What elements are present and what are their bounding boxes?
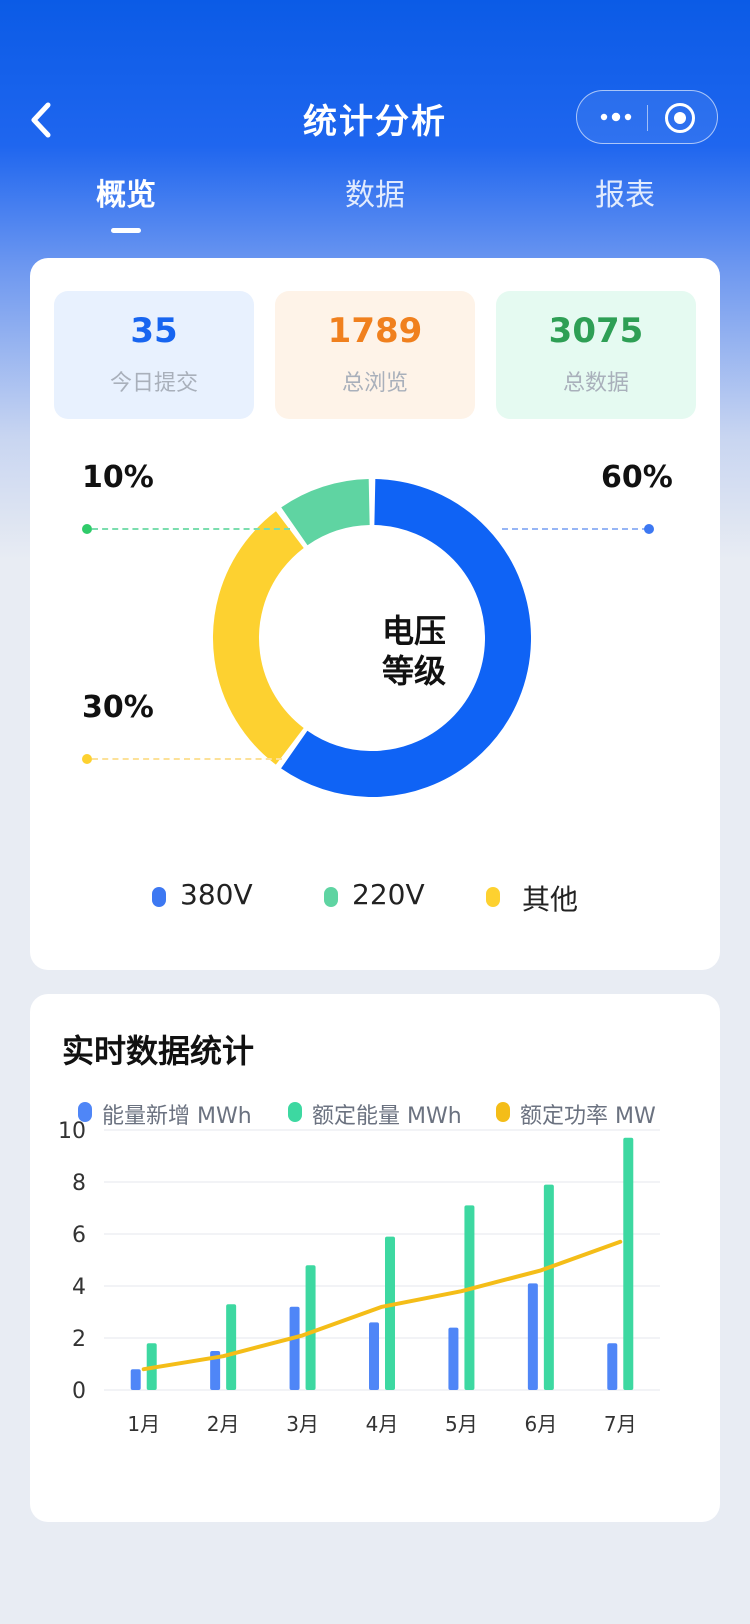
x-tick-label: 4月 <box>366 1412 399 1436</box>
bar-能量新增 MWh-3月[interactable] <box>289 1306 300 1390</box>
legend-label: 220V <box>352 878 425 911</box>
overview-card: 35 今日提交 1789 总浏览 3075 总数据 电压 等级 10% 60% … <box>30 258 720 970</box>
y-tick-label: 8 <box>72 1171 86 1196</box>
bar-额定能量 MWh-3月[interactable] <box>305 1265 316 1390</box>
legend-swatch <box>486 887 500 907</box>
leader-line-220v <box>92 528 290 530</box>
y-tick-label: 10 <box>58 1119 86 1144</box>
bar-能量新增 MWh-5月[interactable] <box>448 1327 459 1390</box>
leader-dot-other <box>82 754 92 764</box>
bar-能量新增 MWh-1月[interactable] <box>130 1369 141 1390</box>
capsule-divider <box>647 105 648 131</box>
legend-swatch <box>324 887 338 907</box>
x-tick-label: 2月 <box>207 1412 240 1436</box>
leader-dot-220v <box>82 524 92 534</box>
tab-overview[interactable]: 概览 <box>56 170 196 214</box>
bar-能量新增 MWh-6月[interactable] <box>527 1283 538 1390</box>
pct-label-380v: 60% <box>601 460 673 495</box>
pct-label-220v: 10% <box>82 460 154 495</box>
bar-能量新增 MWh-7月[interactable] <box>607 1343 618 1390</box>
donut-center-line2: 等级 <box>381 652 446 690</box>
mini-program-capsule <box>576 90 718 144</box>
bar-额定能量 MWh-5月[interactable] <box>464 1205 475 1390</box>
pct-label-other: 30% <box>82 690 154 725</box>
bar-额定能量 MWh-6月[interactable] <box>543 1184 554 1390</box>
legend-label: 其他 <box>522 883 579 916</box>
y-tick-label: 6 <box>72 1223 86 1248</box>
bar-额定能量 MWh-2月[interactable] <box>226 1304 237 1390</box>
leader-dot-380v <box>644 524 654 534</box>
bar-额定能量 MWh-7月[interactable] <box>623 1137 634 1390</box>
legend-swatch <box>152 887 166 907</box>
bar-额定能量 MWh-4月[interactable] <box>385 1236 395 1390</box>
realtime-stats-card: 实时数据统计 能量新增 MWh 额定能量 MWh 额定功率 MW 0 2 4 6 8 10… <box>30 994 720 1522</box>
realtime-bar-line-chart: 0 2 4 6 8 10 1月 2月 3月 4月 5月 6月 7月 <box>58 1119 660 1436</box>
donut-center-line1: 电压 <box>381 612 446 650</box>
tab-data[interactable]: 数据 <box>305 170 445 214</box>
x-tick-label: 6月 <box>524 1412 557 1436</box>
y-tick-label: 4 <box>72 1275 86 1300</box>
y-tick-label: 2 <box>72 1327 86 1352</box>
bar-能量新增 MWh-4月[interactable] <box>369 1322 379 1390</box>
tab-bar: 概览 数据 报表 <box>0 170 750 240</box>
x-tick-label: 1月 <box>127 1412 160 1436</box>
legend-label: 380V <box>180 878 253 911</box>
close-target-icon[interactable] <box>663 101 697 135</box>
navigation-bar: 统计分析 <box>0 80 750 160</box>
leader-line-380v <box>502 528 648 530</box>
x-tick-label: 5月 <box>445 1412 478 1436</box>
y-tick-label: 0 <box>72 1379 86 1404</box>
more-icon[interactable] <box>599 106 633 128</box>
leader-line-other <box>92 758 282 760</box>
x-tick-label: 3月 <box>286 1412 319 1436</box>
donut-center-label: 电压 等级 <box>330 611 498 691</box>
x-tick-label: 7月 <box>604 1412 637 1436</box>
active-tab-indicator <box>111 228 141 233</box>
tab-report[interactable]: 报表 <box>555 170 695 214</box>
